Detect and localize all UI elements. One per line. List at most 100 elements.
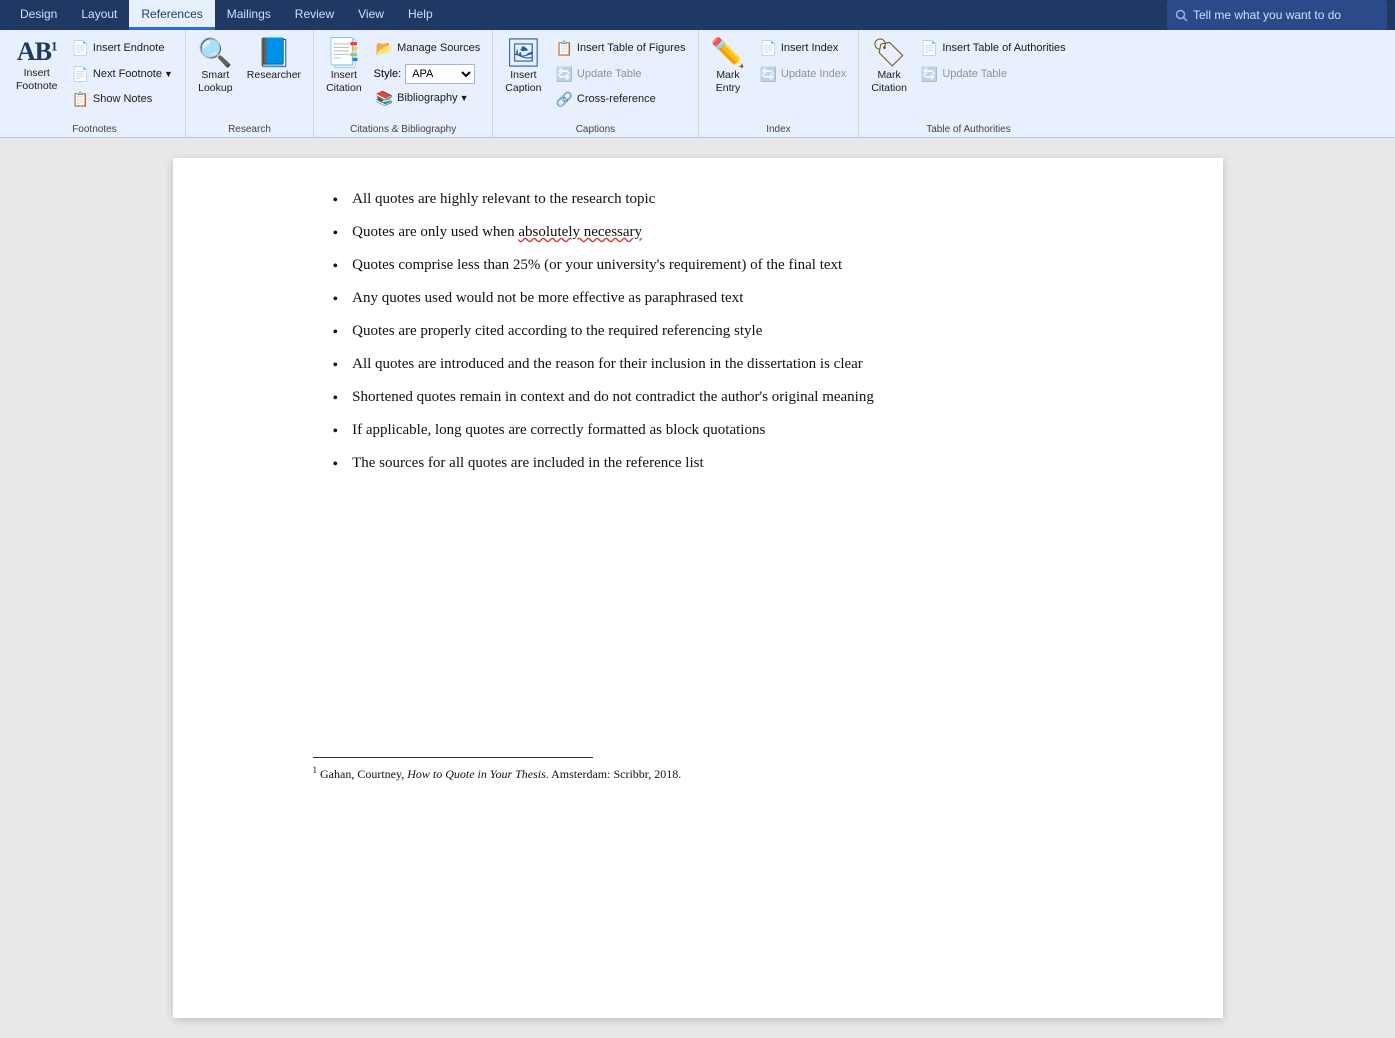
insert-index-button[interactable]: 📄 Insert Index bbox=[753, 36, 852, 62]
list-item: Shortened quotes remain in context and d… bbox=[313, 386, 1133, 411]
style-row: Style: APA MLA Chicago Harvard bbox=[370, 62, 487, 86]
list-item: Quotes comprise less than 25% (or your u… bbox=[313, 254, 1133, 279]
tab-mailings[interactable]: Mailings bbox=[215, 0, 283, 30]
insert-citation-label: InsertCitation bbox=[326, 69, 362, 95]
insert-endnote-label: Insert Endnote bbox=[93, 41, 165, 56]
insert-citation-icon: 📑 bbox=[326, 39, 361, 67]
mark-entry-icon: ✏️ bbox=[711, 39, 746, 67]
update-table-auth-button[interactable]: 🔄 Update Table bbox=[915, 62, 1072, 88]
document-area: All quotes are highly relevant to the re… bbox=[0, 138, 1395, 1038]
list-item: Quotes are properly cited according to t… bbox=[313, 320, 1133, 345]
tab-layout[interactable]: Layout bbox=[69, 0, 129, 30]
ribbon-group-footnotes: AB1 InsertFootnote 📄 Insert Endnote 📄 Ne… bbox=[4, 30, 186, 137]
insert-endnote-icon: 📄 bbox=[71, 39, 88, 59]
update-table-icon: 🔄 bbox=[555, 65, 572, 85]
cross-reference-label: Cross-reference bbox=[577, 92, 656, 107]
next-footnote-icon: 📄 bbox=[71, 65, 88, 85]
update-table-label: Update Table bbox=[577, 67, 642, 82]
smart-lookup-button[interactable]: 🔍 SmartLookup bbox=[192, 34, 239, 98]
style-select[interactable]: APA MLA Chicago Harvard bbox=[405, 64, 475, 84]
ribbon-group-index: ✏️ MarkEntry 📄 Insert Index 🔄 Update Ind… bbox=[699, 30, 860, 137]
ribbon-group-citations: 📑 InsertCitation 📂 Manage Sources Style:… bbox=[314, 30, 493, 137]
style-label: Style: bbox=[374, 68, 402, 80]
researcher-button[interactable]: 📘 Researcher bbox=[241, 34, 307, 85]
index-small-col: 📄 Insert Index 🔄 Update Index bbox=[753, 34, 852, 87]
list-item: Any quotes used would not be more effect… bbox=[313, 287, 1133, 312]
insert-footnote-icon: AB1 bbox=[17, 39, 57, 65]
next-footnote-button[interactable]: 📄 Next Footnote ▼ bbox=[65, 62, 178, 88]
footnotes-small-buttons: 📄 Insert Endnote 📄 Next Footnote ▼ 📋 Sho… bbox=[65, 34, 178, 113]
update-index-button[interactable]: 🔄 Update Index bbox=[753, 62, 852, 88]
next-footnote-label: Next Footnote bbox=[93, 67, 162, 82]
footnotes-group-label: Footnotes bbox=[10, 124, 179, 137]
insert-footnote-label: InsertFootnote bbox=[16, 67, 57, 93]
researcher-label: Researcher bbox=[247, 69, 301, 82]
next-footnote-dropdown-arrow: ▼ bbox=[164, 68, 173, 81]
tab-view[interactable]: View bbox=[346, 0, 396, 30]
insert-caption-icon: 🖼 bbox=[506, 39, 542, 67]
index-group-label: Index bbox=[705, 124, 853, 137]
bullet-text-2: Quotes are only used when absolutely nec… bbox=[352, 221, 642, 244]
bibliography-icon: 📚 bbox=[376, 89, 393, 109]
footnotes-items: AB1 InsertFootnote 📄 Insert Endnote 📄 Ne… bbox=[10, 34, 179, 124]
tab-design[interactable]: Design bbox=[8, 0, 69, 30]
update-index-label: Update Index bbox=[781, 67, 846, 82]
footnote-rest: . Amsterdam: Scribbr, 2018. bbox=[546, 767, 682, 781]
list-item: If applicable, long quotes are correctly… bbox=[313, 419, 1133, 444]
underlined-text: absolutely necessary bbox=[518, 224, 642, 240]
list-item: All quotes are introduced and the reason… bbox=[313, 353, 1133, 378]
update-table-auth-label: Update Table bbox=[942, 67, 1007, 82]
search-box[interactable]: Tell me what you want to do bbox=[1167, 0, 1387, 30]
cross-reference-icon: 🔗 bbox=[555, 90, 572, 110]
insert-table-authorities-button[interactable]: 📄 Insert Table of Authorities bbox=[915, 36, 1072, 62]
cross-reference-button[interactable]: 🔗 Cross-reference bbox=[549, 87, 691, 113]
ribbon-group-captions: 🖼 InsertCaption 📋 Insert Table of Figure… bbox=[493, 30, 698, 137]
insert-footnote-button[interactable]: AB1 InsertFootnote bbox=[10, 34, 63, 96]
bibliography-label: Bibliography bbox=[397, 91, 458, 106]
footnote-title: How to Quote in Your Thesis bbox=[407, 767, 546, 781]
smart-lookup-icon: 🔍 bbox=[198, 39, 233, 67]
list-item: All quotes are highly relevant to the re… bbox=[313, 188, 1133, 213]
insert-table-of-figures-button[interactable]: 📋 Insert Table of Figures bbox=[549, 36, 691, 62]
document-page: All quotes are highly relevant to the re… bbox=[173, 158, 1223, 1018]
tab-help[interactable]: Help bbox=[396, 0, 445, 30]
bullet-text-9: The sources for all quotes are included … bbox=[352, 452, 704, 475]
bullet-text-8: If applicable, long quotes are correctly… bbox=[352, 419, 765, 442]
insert-table-authorities-label: Insert Table of Authorities bbox=[942, 41, 1065, 56]
insert-caption-button[interactable]: 🖼 InsertCaption bbox=[499, 34, 547, 98]
bullet-list: All quotes are highly relevant to the re… bbox=[313, 188, 1133, 477]
mark-citation-button[interactable]: 🏷 MarkCitation bbox=[865, 34, 913, 98]
mark-entry-button[interactable]: ✏️ MarkEntry bbox=[705, 34, 752, 98]
insert-table-of-figures-label: Insert Table of Figures bbox=[577, 41, 686, 56]
authorities-items: 🏷 MarkCitation 📄 Insert Table of Authori… bbox=[865, 34, 1071, 124]
show-notes-icon: 📋 bbox=[71, 90, 88, 110]
mark-entry-label: MarkEntry bbox=[716, 69, 741, 95]
tab-references[interactable]: References bbox=[129, 0, 214, 30]
update-index-icon: 🔄 bbox=[759, 65, 776, 85]
citations-small-col: 📂 Manage Sources Style: APA MLA Chicago … bbox=[370, 34, 487, 111]
menu-bar: Design Layout References Mailings Review… bbox=[0, 0, 1395, 30]
smart-lookup-label: SmartLookup bbox=[198, 69, 232, 95]
manage-sources-button[interactable]: 📂 Manage Sources bbox=[370, 36, 487, 62]
update-table-button[interactable]: 🔄 Update Table bbox=[549, 62, 691, 88]
insert-table-of-figures-icon: 📋 bbox=[555, 39, 572, 59]
bullet-text-6: All quotes are introduced and the reason… bbox=[352, 353, 863, 376]
authorities-group-label: Table of Authorities bbox=[865, 124, 1071, 137]
ribbon: AB1 InsertFootnote 📄 Insert Endnote 📄 Ne… bbox=[0, 30, 1395, 138]
footnote-author: Gahan, Courtney, bbox=[320, 767, 407, 781]
insert-index-icon: 📄 bbox=[759, 39, 776, 59]
bullet-text-5: Quotes are properly cited according to t… bbox=[352, 320, 762, 343]
research-items: 🔍 SmartLookup 📘 Researcher bbox=[192, 34, 307, 124]
bibliography-dropdown-arrow: ▼ bbox=[460, 92, 469, 105]
captions-small-col: 📋 Insert Table of Figures 🔄 Update Table… bbox=[549, 34, 691, 113]
bibliography-button[interactable]: 📚 Bibliography ▼ bbox=[370, 86, 487, 112]
manage-sources-label: Manage Sources bbox=[397, 41, 480, 56]
footnote-number: 1 bbox=[313, 765, 318, 775]
insert-caption-label: InsertCaption bbox=[505, 69, 541, 95]
tab-review[interactable]: Review bbox=[283, 0, 346, 30]
search-icon bbox=[1175, 9, 1188, 22]
insert-endnote-button[interactable]: 📄 Insert Endnote bbox=[65, 36, 178, 62]
show-notes-button[interactable]: 📋 Show Notes bbox=[65, 87, 178, 113]
insert-citation-button[interactable]: 📑 InsertCitation bbox=[320, 34, 368, 98]
footnote-divider bbox=[313, 757, 593, 758]
